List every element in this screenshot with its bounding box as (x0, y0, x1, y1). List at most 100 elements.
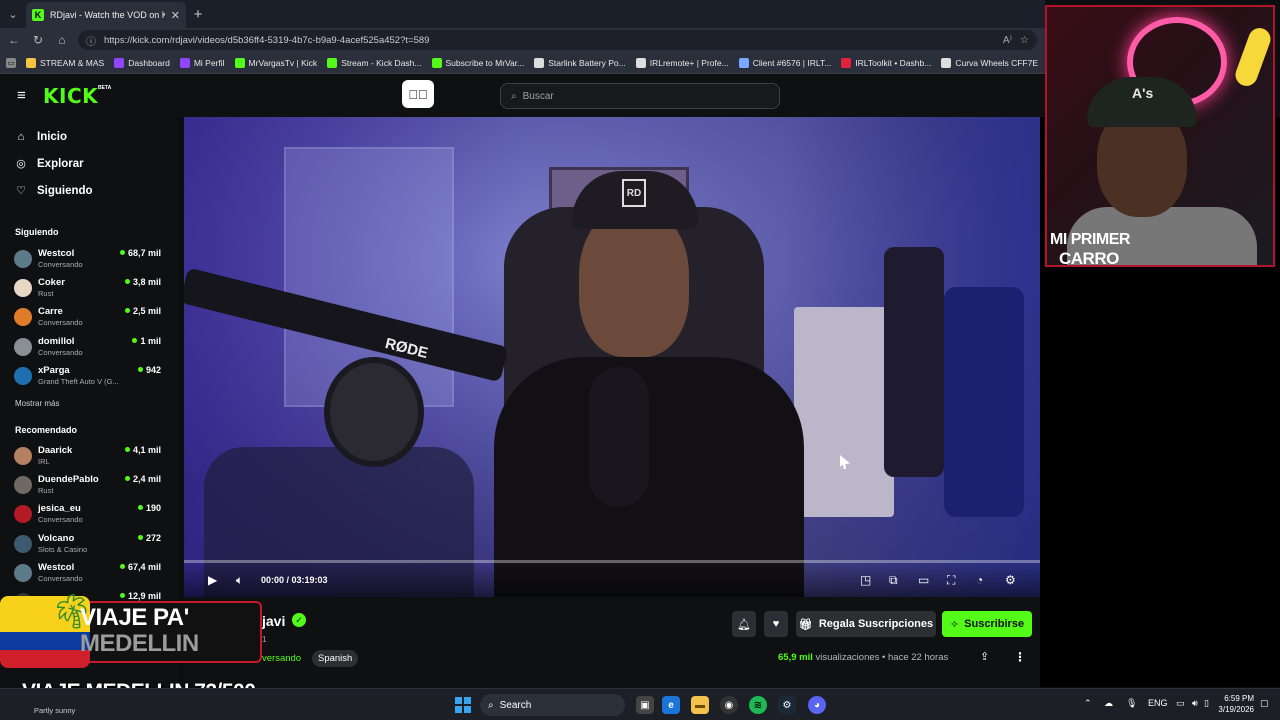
bookmark-label: MrVargasTv | Kick (248, 57, 318, 68)
steam-icon[interactable]: ⚙ (778, 696, 796, 714)
tray-app-icon[interactable]: ☁ (1104, 698, 1113, 709)
volume-tray-icon[interactable]: 🔊︎ (1192, 698, 1198, 709)
kick-logo[interactable]: KICK (43, 84, 98, 108)
discord-icon[interactable]: ◕ (808, 696, 826, 714)
channel-list-item[interactable]: xParga Grand Theft Auto V (G... 942 (14, 365, 164, 391)
bookmark-item[interactable]: Subscribe to MrVar... (431, 57, 524, 68)
edge-icon[interactable]: e (662, 696, 680, 714)
bell-icon: 🔔︎ (737, 618, 751, 631)
video-progress-bar[interactable] (184, 560, 1040, 563)
playback-speed-icon[interactable]: ◔ (976, 574, 983, 586)
bookmark-item[interactable]: IRLToolkit • Dashb... (841, 57, 932, 68)
language-tag[interactable]: Spanish (312, 650, 359, 667)
bookmark-item[interactable]: MrVargasTv | Kick (234, 57, 318, 68)
viewer-count: 68,7 mil (127, 248, 161, 258)
battery-icon[interactable]: ▯ (1204, 698, 1209, 709)
player-controls: ▶ 🔈︎ 00:00 / 03:19:03 ◳ ⧉ ▭ ⛶ ◔ ⚙ (184, 564, 1040, 597)
bookmark-label: Mi Perfil (193, 57, 225, 68)
channel-list-item[interactable]: DuendePablo Rust 2,4 mil (14, 474, 164, 500)
miniplayer-icon[interactable]: ◳ (860, 574, 871, 586)
read-aloud-icon[interactable]: A⁾ (1003, 35, 1012, 46)
notifications-icon[interactable]: ▢ (1260, 698, 1269, 709)
notification-bell-button[interactable]: 🔔︎ (732, 611, 756, 637)
channel-list-item[interactable]: Daarick IRL 4,1 mil (14, 445, 164, 471)
follow-heart-button[interactable]: ♥ (764, 611, 788, 637)
subscribe-button[interactable]: ✧ Suscribirse (942, 611, 1032, 637)
play-icon[interactable]: ▶ (208, 574, 217, 586)
avatar (14, 308, 32, 327)
channel-list-name: DuendePablo (38, 474, 99, 486)
kick-app-icon[interactable]: ᐯ⃞ (402, 80, 434, 108)
language-indicator[interactable]: ENG (1148, 698, 1168, 708)
gift-label: Regala Suscripciones (818, 618, 934, 630)
close-tab-icon[interactable]: ✕ (171, 9, 180, 22)
bookmark-item[interactable]: STREAM & MAS (26, 57, 104, 68)
nav-item[interactable]: ◎ Explorar (15, 157, 83, 171)
browser-tab-active[interactable]: K RDjavi - Watch the VOD on Kick ✕ (26, 2, 186, 28)
irl-icon (841, 57, 852, 68)
settings-gear-icon[interactable]: ⚙ (1005, 574, 1016, 586)
bookmark-item[interactable]: Curva Wheels CFF7E (941, 57, 1038, 68)
bookmarks-bar: ▭ STREAM & MAS Dashboard Mi Perfil MrVargas… (0, 52, 1045, 74)
more-options-icon[interactable]: ⋮ (1014, 650, 1026, 664)
home-browser-icon[interactable]: ⌂ (54, 33, 70, 47)
tab-actions-menu-icon[interactable]: ⌄ (0, 0, 26, 28)
share-icon[interactable]: ⇪ (980, 650, 989, 663)
search-input[interactable]: ⌕ Buscar (500, 83, 780, 109)
bookmark-item[interactable]: Dashboard (114, 57, 170, 68)
nav-item[interactable]: ♡ Siguiendo (15, 184, 93, 198)
reload-icon[interactable]: ↻ (30, 33, 46, 47)
back-icon[interactable]: ← (6, 33, 22, 47)
bookmarks-sidebar-icon[interactable]: ▭ (6, 57, 16, 68)
theater-mode-icon[interactable]: ▭ (918, 574, 929, 586)
bookmark-label: Stream - Kick Dash... (341, 57, 422, 68)
gift-subscriptions-button[interactable]: 🎁︎ Regala Suscripciones (796, 611, 936, 637)
file-explorer-icon[interactable]: ▬ (691, 696, 709, 714)
new-tab-button[interactable]: + (186, 6, 210, 23)
bookmark-item[interactable]: IRLremote+ | Profe... (635, 57, 729, 68)
channel-list-item[interactable]: jesica_eu Conversando 190 (14, 503, 164, 529)
channel-list-item[interactable]: Westcol Conversando 68,7 mil (14, 248, 164, 274)
category-link[interactable]: versando (262, 653, 301, 664)
avatar (14, 279, 32, 298)
show-more-link[interactable]: Mostrar más (15, 399, 59, 408)
channel-list-item[interactable]: Westcol Conversando 67,4 mil (14, 562, 164, 588)
heart-icon: ♡ (16, 185, 26, 197)
channel-list-name: xParga (38, 364, 70, 376)
video-player[interactable]: RD RØDE ▶ 🔈︎ 00:00 / 03:19:03 ◳ ⧉ ▭ ⛶ ◔ … (184, 117, 1040, 597)
live-dot-icon (124, 279, 130, 285)
taskbar-clock[interactable]: 6:59 PM 3/19/2026 (1214, 693, 1254, 715)
url-field[interactable]: ⓘ https://kick.com/rdjavi/videos/d5b36ff… (78, 30, 1037, 50)
tray-chevron-icon[interactable]: ⌃ (1084, 698, 1092, 709)
task-view-icon[interactable]: ▣ (636, 696, 654, 714)
weather-text[interactable]: Partly sunny (34, 706, 75, 715)
viewer-count: 2,4 mil (132, 474, 161, 485)
favorite-star-icon[interactable]: ☆ (1020, 35, 1029, 46)
taskbar-search[interactable]: ⌕ Search (480, 694, 625, 716)
kick-favicon-icon: K (32, 9, 44, 21)
site-info-icon[interactable]: ⓘ (86, 33, 96, 48)
bookmark-item[interactable]: Mi Perfil (179, 57, 225, 68)
nav-item[interactable]: ⌂ Inicio (15, 131, 67, 143)
microphone-tray-icon[interactable]: 🎙︎ (1126, 698, 1137, 709)
cap-logo: RD (622, 179, 646, 207)
bookmark-label: IRLToolkit • Dashb... (855, 57, 932, 68)
channel-list-item[interactable]: domillol Conversando 1 mil (14, 336, 164, 362)
bookmark-item[interactable]: Client #6576 | IRLT... (738, 57, 831, 68)
menu-hamburger-icon[interactable]: ≡ (17, 88, 26, 103)
spotify-icon[interactable]: ≋ (749, 696, 767, 714)
chrome-icon[interactable]: ◉ (720, 696, 738, 714)
fullscreen-icon[interactable]: ⛶ (947, 574, 955, 586)
channel-list-viewers: 4,1 mil (124, 445, 161, 455)
bookmark-item[interactable]: Starlink Battery Po... (534, 57, 626, 68)
channel-list-item[interactable]: Carre Conversando 2,5 mil (14, 306, 164, 332)
bookmark-item[interactable]: Stream - Kick Dash... (327, 57, 422, 68)
viewer-count: 272 (145, 532, 161, 543)
clip-icon[interactable]: ⧉ (889, 574, 898, 586)
channel-list-item[interactable]: Coker Rust 3,8 mil (14, 277, 164, 303)
windows-start-icon[interactable] (455, 697, 471, 713)
volume-icon[interactable]: 🔈︎ (236, 574, 243, 586)
channel-list-item[interactable]: Volcano Slots & Casino 272 (14, 533, 164, 559)
network-icon[interactable]: ▭ (1176, 698, 1185, 709)
channel-name[interactable]: javi (262, 613, 285, 629)
